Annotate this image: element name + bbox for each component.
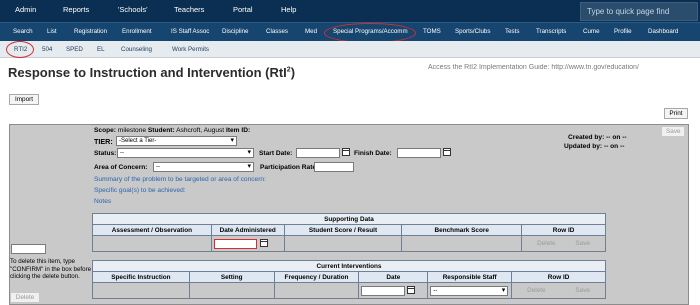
date-administered-input[interactable] — [213, 239, 257, 249]
nav-reports[interactable]: Reports — [63, 5, 89, 14]
calendar-icon[interactable] — [443, 148, 451, 156]
specific-instruction-cell[interactable] — [92, 282, 190, 299]
special-programs-nav: RTI2 504 SPED EL Counseling Work Permits — [0, 41, 700, 58]
subnav-enrollment[interactable]: Enrollment — [122, 28, 152, 35]
table-row: Delete Save — [92, 235, 606, 252]
subnav-dashboard[interactable]: Dashboard — [648, 28, 678, 35]
column-header: Student Score / Result — [283, 224, 403, 236]
import-button[interactable]: Import — [9, 94, 39, 105]
calendar-icon[interactable] — [342, 148, 350, 156]
save-button[interactable]: Save — [575, 287, 590, 294]
save-button[interactable]: Save — [575, 240, 590, 247]
student-section-nav: Search List Registration Enrollment IS S… — [0, 22, 700, 43]
tier-select[interactable]: -Select a Tier- — [116, 136, 237, 146]
subnav-discipline[interactable]: Discipline — [222, 28, 248, 35]
delete-button[interactable]: Delete — [537, 240, 555, 247]
start-date-input[interactable] — [296, 148, 340, 158]
column-header: Frequency / Duration — [273, 271, 360, 283]
row-actions-cell: Delete Save — [521, 235, 606, 252]
quick-page-find-input[interactable]: Type to quick page find — [580, 2, 698, 21]
print-button[interactable]: Print — [664, 108, 688, 119]
tab-504[interactable]: 504 — [42, 46, 52, 53]
column-header: Row ID — [511, 271, 606, 283]
subnav-list[interactable]: List — [47, 28, 57, 35]
setting-cell[interactable] — [188, 282, 275, 299]
responsible-staff-cell[interactable]: -- — [427, 282, 513, 299]
column-header: Responsible Staff — [427, 271, 513, 283]
finish-date-label: Finish Date: — [354, 150, 392, 157]
status-select[interactable]: -- — [117, 148, 254, 158]
intervention-date-input[interactable] — [361, 286, 406, 296]
nav-schools[interactable]: 'Schools' — [118, 5, 148, 14]
subnav-sports-clubs[interactable]: Sports/Clubs — [455, 28, 490, 35]
row-actions-cell: Delete Save — [511, 282, 606, 299]
column-header: Assessment / Observation — [92, 224, 212, 236]
area-of-concern-select[interactable]: -- — [153, 162, 254, 172]
finish-date-input[interactable] — [397, 148, 441, 158]
subnav-cume[interactable]: Cume — [583, 28, 600, 35]
page-title: Response to Instruction and Intervention… — [8, 65, 296, 80]
column-header: Date — [358, 271, 429, 283]
subnav-toms[interactable]: TOMS — [423, 28, 441, 35]
highlight-ring — [6, 41, 34, 58]
subnav-is-staff-assoc[interactable]: IS Staff Assoc — [171, 28, 209, 35]
column-header: Specific Instruction — [92, 271, 190, 283]
start-date-label: Start Date: — [259, 150, 293, 157]
delete-item-button[interactable]: Delete — [10, 292, 40, 303]
top-nav-bar: Admin Reports 'Schools' Teachers Portal … — [0, 0, 700, 22]
current-interventions-caption: Current Interventions — [92, 260, 606, 272]
problem-summary-link[interactable]: Summary of the problem to be targeted or… — [94, 176, 266, 183]
responsible-staff-select[interactable]: -- — [430, 286, 509, 296]
calendar-icon[interactable] — [259, 239, 268, 247]
status-label: Status: — [94, 150, 117, 157]
subnav-med[interactable]: Med — [305, 28, 317, 35]
save-button[interactable]: Save — [661, 126, 685, 137]
column-header: Benchmark Score — [401, 224, 523, 236]
delete-button[interactable]: Delete — [527, 287, 545, 294]
area-of-concern-label: Area of Concern: — [94, 164, 148, 171]
nav-teachers[interactable]: Teachers — [174, 5, 204, 14]
specific-goals-link[interactable]: Specific goal(s) to be achieved: — [94, 187, 186, 194]
assessment-cell[interactable] — [92, 235, 212, 252]
score-cell[interactable] — [283, 235, 403, 252]
created-by: Created by: -- on -- — [568, 134, 627, 141]
tab-counseling[interactable]: Counseling — [121, 46, 152, 53]
subnav-transcripts[interactable]: Transcripts — [536, 28, 566, 35]
subnav-classes[interactable]: Classes — [266, 28, 288, 35]
current-interventions-table: Current Interventions Specific Instructi… — [92, 260, 606, 299]
notes-link[interactable]: Notes — [94, 198, 111, 205]
nav-help[interactable]: Help — [281, 5, 296, 14]
highlight-ring — [324, 23, 416, 43]
supporting-data-caption: Supporting Data — [92, 213, 606, 225]
delete-instructions: To delete this item, type "CONFIRM" in t… — [10, 258, 92, 280]
supporting-data-table: Supporting Data Assessment / Observation… — [92, 213, 606, 252]
implementation-guide-link[interactable]: Access the RtI2 Implementation Guide: ht… — [428, 64, 698, 71]
updated-by: Updated by: -- on -- — [564, 143, 625, 150]
subnav-tests[interactable]: Tests — [505, 28, 519, 35]
nav-portal[interactable]: Portal — [233, 5, 253, 14]
tab-el[interactable]: EL — [97, 46, 105, 53]
participation-rate-label: Participation Rate: — [260, 164, 319, 171]
date-cell[interactable] — [358, 282, 429, 299]
confirm-delete-input[interactable] — [11, 244, 46, 254]
subnav-profile[interactable]: Profile — [614, 28, 632, 35]
nav-admin[interactable]: Admin — [15, 5, 36, 14]
column-header: Setting — [188, 271, 275, 283]
column-header: Row ID — [521, 224, 606, 236]
tab-sped[interactable]: SPED — [66, 46, 83, 53]
subnav-registration[interactable]: Registration — [74, 28, 107, 35]
frequency-cell[interactable] — [273, 282, 360, 299]
column-header: Date Administered — [210, 224, 285, 236]
benchmark-cell[interactable] — [401, 235, 523, 252]
date-administered-cell[interactable] — [210, 235, 285, 252]
scope-line: Scope: milestone Student: Ashcroft, Augu… — [94, 127, 251, 134]
subnav-search[interactable]: Search — [13, 28, 33, 35]
tier-label: TIER: — [94, 137, 113, 146]
tab-work-permits[interactable]: Work Permits — [172, 46, 209, 53]
table-row: -- Delete Save — [92, 282, 606, 299]
calendar-icon[interactable] — [407, 286, 416, 294]
participation-rate-input[interactable] — [314, 162, 354, 172]
